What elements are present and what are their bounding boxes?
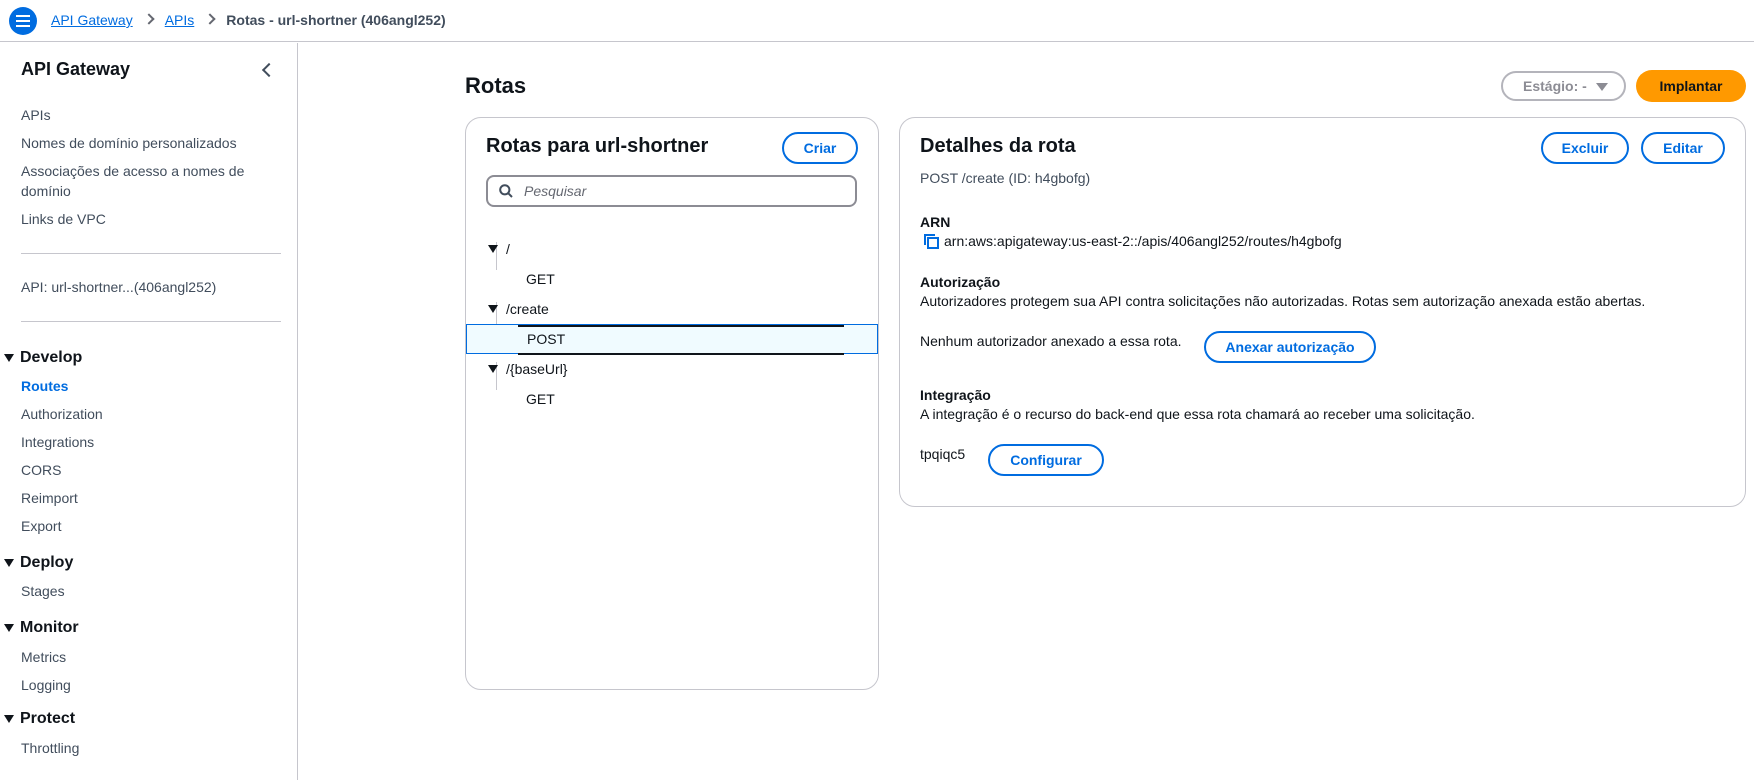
breadcrumb-apis[interactable]: APIs xyxy=(165,12,195,28)
breadcrumb: API Gateway APIs Rotas - url-shortner (4… xyxy=(51,12,446,28)
sidebar-item-custom-domains[interactable]: Nomes de domínio personalizados xyxy=(21,133,237,153)
authorization-description: Autorizadores protegem sua API contra so… xyxy=(920,293,1646,309)
no-authorizer-text: Nenhum autorizador anexado a essa rota. xyxy=(920,333,1182,349)
search-icon xyxy=(499,184,513,198)
stage-select[interactable]: Estágio: - xyxy=(1501,71,1626,101)
sidebar-item-reimport[interactable]: Reimport xyxy=(21,488,78,508)
sidebar-item-authorization[interactable]: Authorization xyxy=(21,404,103,424)
authorization-label: Autorização xyxy=(920,274,1001,290)
chevron-right-icon xyxy=(204,13,216,25)
tree-method-label: GET xyxy=(526,271,555,287)
sidebar-item-apis[interactable]: APIs xyxy=(21,105,51,125)
caret-down-icon xyxy=(4,354,14,362)
copy-icon[interactable] xyxy=(924,234,940,250)
integration-label: Integração xyxy=(920,387,991,403)
sidebar-item-routes[interactable]: Routes xyxy=(21,376,68,396)
edit-button[interactable]: Editar xyxy=(1641,132,1725,164)
arn-value: arn:aws:apigateway:us-east-2::/apis/406a… xyxy=(944,233,1342,249)
search-input[interactable] xyxy=(524,182,844,200)
sidebar-title: API Gateway xyxy=(21,59,131,79)
arn-label: ARN xyxy=(920,214,951,230)
route-details-title: Detalhes da rota xyxy=(920,135,1076,157)
sidebar-section-deploy[interactable]: Deploy xyxy=(4,554,73,572)
sidebar-section-develop[interactable]: Develop xyxy=(4,349,82,367)
chevron-right-icon xyxy=(143,13,155,25)
caret-down-icon xyxy=(488,305,498,313)
tree-resource-baseurl[interactable]: /{baseUrl} xyxy=(466,354,878,384)
caret-down-icon xyxy=(4,559,14,567)
top-navigation-bar: API Gateway APIs Rotas - url-shortner (4… xyxy=(0,0,1754,42)
route-details-panel: Detalhes da rota Excluir Editar POST /cr… xyxy=(899,117,1746,507)
sidebar-section-protect[interactable]: Protect xyxy=(4,710,75,728)
collapse-sidebar-icon[interactable] xyxy=(258,61,276,79)
deploy-button[interactable]: Implantar xyxy=(1636,70,1746,102)
tree-method-label: POST xyxy=(527,331,566,347)
routes-panel-title: Rotas para url-shortner xyxy=(486,135,709,157)
menu-icon[interactable] xyxy=(9,7,37,35)
caret-down-icon xyxy=(488,365,498,373)
sidebar-item-stages[interactable]: Stages xyxy=(21,581,65,601)
sidebar-item-vpc-links[interactable]: Links de VPC xyxy=(21,209,106,229)
caret-down-icon xyxy=(488,245,498,253)
configure-button[interactable]: Configurar xyxy=(988,444,1104,476)
caret-down-icon xyxy=(4,715,14,723)
tree-resource-label: /{baseUrl} xyxy=(506,361,568,377)
sidebar-api-name[interactable]: API: url-shortner...(406angl252) xyxy=(21,277,216,297)
route-identifier: POST /create (ID: h4gbofg) xyxy=(920,170,1091,186)
page-title: Rotas xyxy=(465,73,527,98)
sidebar-divider xyxy=(21,321,281,322)
sidebar-section-monitor[interactable]: Monitor xyxy=(4,619,79,637)
create-route-button[interactable]: Criar xyxy=(782,132,858,164)
integration-id: tpqiqc5 xyxy=(920,446,966,462)
sidebar-item-export[interactable]: Export xyxy=(21,516,61,536)
stage-select-label: Estágio: - xyxy=(1523,78,1587,94)
caret-down-icon xyxy=(4,624,14,632)
tree-method-label: GET xyxy=(526,391,555,407)
sidebar-item-integrations[interactable]: Integrations xyxy=(21,432,94,452)
breadcrumb-current: Rotas - url-shortner (406angl252) xyxy=(226,12,446,28)
caret-down-icon xyxy=(1596,83,1608,91)
tree-route-root-get[interactable]: GET xyxy=(466,264,878,294)
breadcrumb-api-gateway[interactable]: API Gateway xyxy=(51,12,133,28)
tree-resource-root[interactable]: / xyxy=(466,234,878,264)
search-box xyxy=(486,175,857,207)
sidebar-item-logging[interactable]: Logging xyxy=(21,675,71,695)
integration-description: A integração é o recurso do back-end que… xyxy=(920,406,1475,422)
routes-panel: Rotas para url-shortner Criar / GET /cre… xyxy=(465,117,879,690)
sidebar-item-domain-access[interactable]: Associações de acesso a nomes de domínio xyxy=(21,161,261,201)
sidebar: API Gateway APIs Nomes de domínio person… xyxy=(0,43,298,780)
delete-button[interactable]: Excluir xyxy=(1541,132,1629,164)
tree-route-create-post[interactable]: POST xyxy=(466,324,878,355)
tree-route-baseurl-get[interactable]: GET xyxy=(466,384,878,414)
tree-resource-label: / xyxy=(506,241,510,257)
tree-resource-label: /create xyxy=(506,301,549,317)
tree-resource-create[interactable]: /create xyxy=(466,294,878,324)
sidebar-item-throttling[interactable]: Throttling xyxy=(21,738,79,758)
sidebar-item-cors[interactable]: CORS xyxy=(21,460,61,480)
attach-authorization-button[interactable]: Anexar autorização xyxy=(1204,331,1376,363)
sidebar-item-metrics[interactable]: Metrics xyxy=(21,647,66,667)
selection-focus-ring xyxy=(518,325,844,355)
sidebar-divider xyxy=(21,253,281,254)
